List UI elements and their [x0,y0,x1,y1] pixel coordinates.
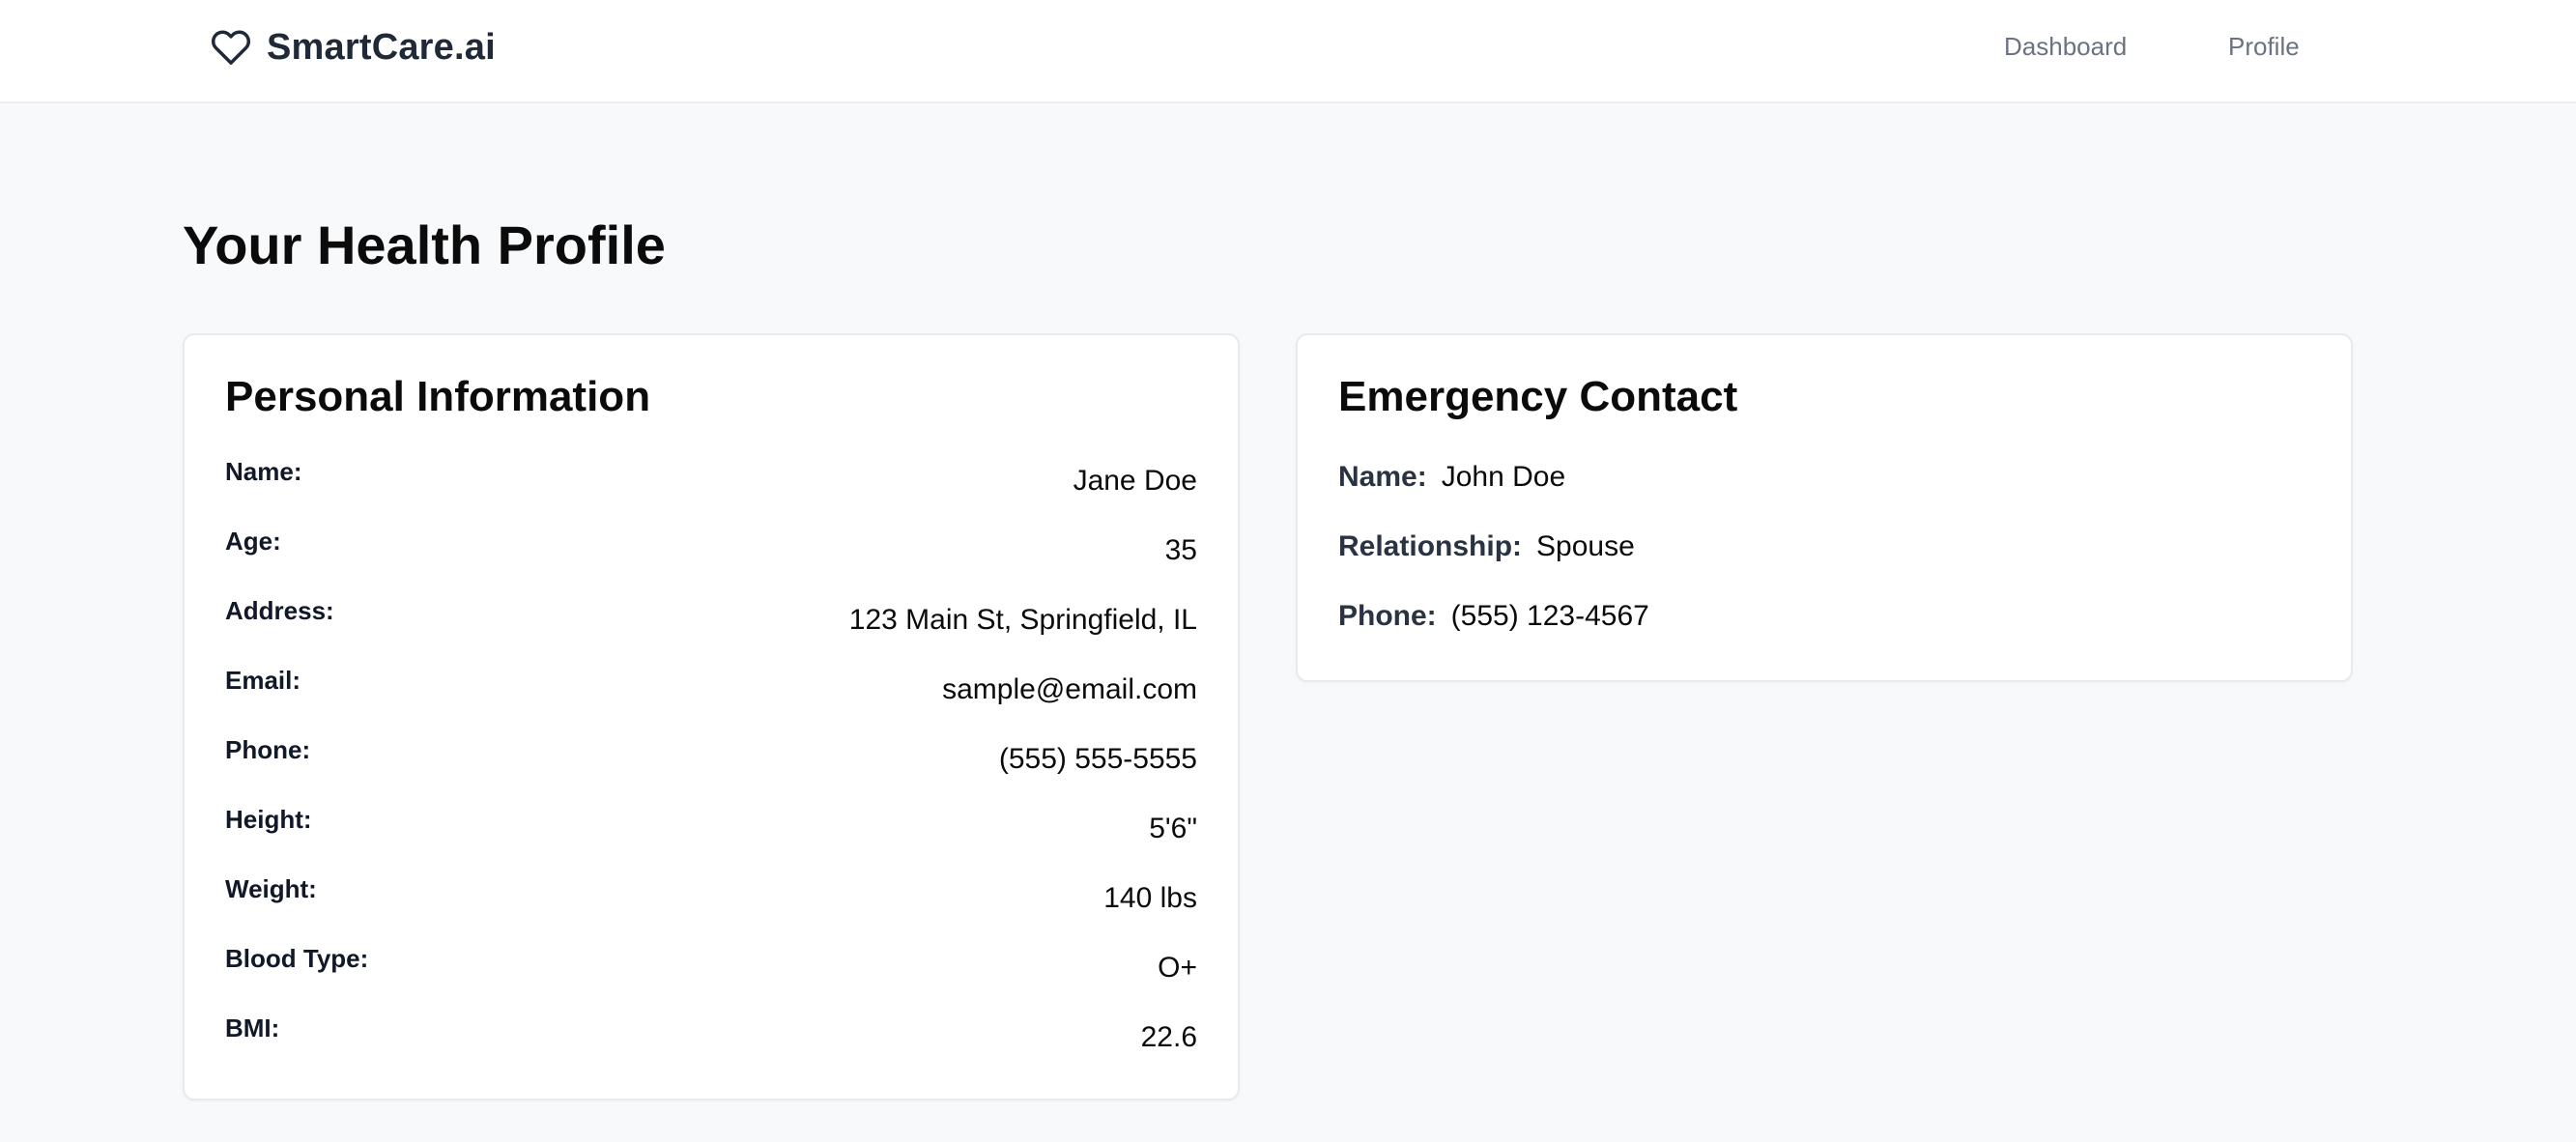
emergency-value: (555) 123-4567 [1450,600,1649,632]
info-value: (555) 555-5555 [998,743,1197,775]
info-label: Height: [225,805,312,834]
info-value: O+ [1158,952,1197,984]
info-row-blood-type: Blood Type: O+ [225,944,1197,998]
info-label: Age: [225,527,281,556]
info-value: 140 lbs [1103,882,1197,914]
info-row-bmi: BMI: 22.6 [225,1014,1197,1068]
info-value: 35 [1164,534,1197,566]
page-title: Your Health Profile [183,214,666,275]
emergency-row-relationship: Relationship: Spouse [1338,530,1635,573]
emergency-value: Spouse [1536,530,1635,562]
info-row-weight: Weight: 140 lbs [225,874,1197,928]
emergency-label: Name: [1338,461,1427,493]
emergency-label: Relationship: [1338,530,1523,562]
info-row-age: Age: 35 [225,527,1197,581]
info-label: Name: [225,457,302,486]
personal-information-title: Personal Information [225,373,651,420]
brand-name: SmartCare.ai [267,26,496,68]
personal-information-card: Personal Information Name: Jane Doe Age:… [183,333,1240,1100]
info-value: 5'6" [1149,813,1197,844]
info-label: Email: [225,666,301,695]
info-label: BMI: [225,1014,280,1042]
emergency-value: John Doe [1441,461,1566,493]
emergency-row-name: Name: John Doe [1338,461,1565,503]
info-value: 123 Main St, Springfield, IL [848,604,1197,636]
info-value: Jane Doe [1073,465,1197,497]
brand-logo-link[interactable]: SmartCare.ai [211,25,496,70]
heart-icon [211,27,251,68]
nav-profile-link[interactable]: Profile [2228,32,2300,62]
info-row-address: Address: 123 Main St, Springfield, IL [225,596,1197,650]
info-label: Weight: [225,874,317,903]
info-value: 22.6 [1140,1021,1197,1053]
info-label: Blood Type: [225,944,369,973]
info-row-email: Email: sample@email.com [225,666,1197,720]
info-row-height: Height: 5'6" [225,805,1197,859]
emergency-contact-title: Emergency Contact [1338,373,1738,420]
emergency-label: Phone: [1338,600,1437,632]
info-row-phone: Phone: (555) 555-5555 [225,735,1197,789]
nav-dashboard-link[interactable]: Dashboard [2004,32,2127,62]
info-label: Phone: [225,735,311,764]
emergency-row-phone: Phone: (555) 123-4567 [1338,600,1649,642]
emergency-contact-card: Emergency Contact Name: John Doe Relatio… [1296,333,2353,682]
info-value: sample@email.com [942,673,1197,705]
top-navigation-bar: SmartCare.ai Dashboard Profile [0,0,2576,103]
info-label: Address: [225,596,334,625]
info-row-name: Name: Jane Doe [225,457,1197,511]
